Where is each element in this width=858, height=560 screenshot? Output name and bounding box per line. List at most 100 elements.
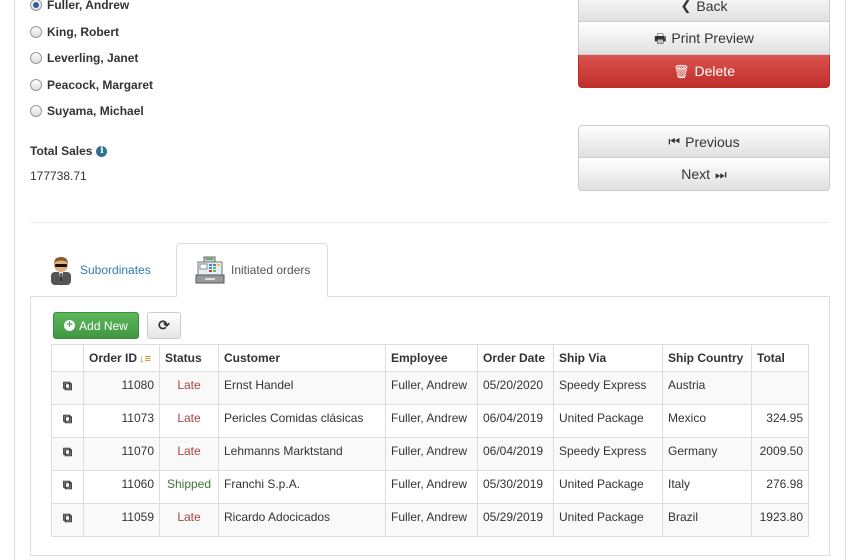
grid-header-row: Order ID ↓≡ Status Customer Employee Orde… xyxy=(51,344,809,372)
radio-button[interactable] xyxy=(30,105,42,118)
order-id-cell: 11059 xyxy=(83,503,160,537)
column-header-ship-country[interactable]: Ship Country xyxy=(662,344,752,372)
column-header-order-date[interactable]: Order Date xyxy=(477,344,554,372)
tab-initiated-orders[interactable]: Initiated orders xyxy=(176,243,328,297)
employee-radio-item[interactable]: Leverling, Janet xyxy=(30,45,153,72)
column-header-order-id[interactable]: Order ID ↓≡ xyxy=(83,344,160,372)
ship-via-cell: United Package xyxy=(553,503,663,537)
column-header-employee[interactable]: Employee xyxy=(385,344,478,372)
column-header-status[interactable]: Status xyxy=(159,344,219,372)
table-row[interactable]: ⧉ 11060 Shipped Franchi S.p.A. Fuller, Andre… xyxy=(51,470,809,504)
employee-name: King, Robert xyxy=(47,24,119,39)
record-actions-group: ❮ Back 🖶 Print Preview 🗑 Delete xyxy=(578,0,830,88)
total-sales-value: 177738.71 xyxy=(30,169,87,183)
column-header-customer[interactable]: Customer xyxy=(218,344,386,372)
order-id-cell: 11060 xyxy=(83,470,160,504)
employee-radio-item[interactable]: Fuller, Andrew xyxy=(30,0,153,19)
column-header-total[interactable]: Total xyxy=(751,344,809,372)
trash-icon: 🗑 xyxy=(673,63,690,79)
status-cell: Shipped xyxy=(159,470,219,504)
ship-via-cell: United Package xyxy=(553,404,663,438)
employee-name: Fuller, Andrew xyxy=(47,0,130,13)
edit-cell: ⧉ xyxy=(51,470,84,504)
refresh-button[interactable]: ⟳ xyxy=(147,312,181,339)
tab-bar: Subordinates Initiated orders xyxy=(30,243,830,297)
employee-cell: Fuller, Andrew xyxy=(385,470,478,504)
previous-button[interactable]: ⏮ Previous xyxy=(578,125,830,158)
total-sales-label-text: Total Sales xyxy=(30,144,93,158)
order-date-cell: 05/29/2019 xyxy=(477,503,554,537)
radio-button[interactable] xyxy=(30,52,42,65)
edit-external-icon[interactable]: ⧉ xyxy=(63,444,72,459)
table-row[interactable]: ⧉ 11070 Late Lehmanns Marktstand Fuller, And… xyxy=(51,437,809,471)
next-button[interactable]: Next ⏭ xyxy=(578,158,830,191)
print-preview-button[interactable]: 🖶 Print Preview xyxy=(578,22,830,55)
customer-cell: Pericles Comidas clásicas xyxy=(218,404,386,438)
radio-button[interactable] xyxy=(30,78,42,91)
column-header-edit xyxy=(51,344,84,372)
total-cell: 1923.80 xyxy=(751,503,809,537)
column-header-label: Order ID xyxy=(89,351,138,365)
tab-subordinates-label: Subordinates xyxy=(80,263,151,277)
total-cell: 324.95 xyxy=(751,404,809,438)
table-row[interactable]: ⧉ 11080 Late Ernst Handel Fuller, Andrew 05/2… xyxy=(51,371,809,405)
employee-cell: Fuller, Andrew xyxy=(385,437,478,471)
order-date-cell: 05/20/2020 xyxy=(477,371,554,405)
delete-button-label: Delete xyxy=(694,63,735,79)
tab-subordinates[interactable]: Subordinates xyxy=(48,243,151,297)
table-row[interactable]: ⧉ 11073 Late Pericles Comidas clásicas Fulle… xyxy=(51,404,809,438)
customer-cell: Ricardo Adocicados xyxy=(218,503,386,537)
ship-country-cell: Mexico xyxy=(662,404,752,438)
order-id-cell: 11073 xyxy=(83,404,160,438)
step-backward-icon: ⏮ xyxy=(668,134,681,149)
employee-name: Suyama, Michael xyxy=(47,104,144,119)
employee-radio-item[interactable]: Peacock, Margaret xyxy=(30,72,153,99)
radio-button[interactable] xyxy=(30,0,42,12)
total-sales-label: Total Sales i xyxy=(30,144,108,158)
status-cell: Late xyxy=(159,503,219,537)
column-header-ship-via[interactable]: Ship Via xyxy=(553,344,663,372)
employee-cell: Fuller, Andrew xyxy=(385,503,478,537)
employee-radio-item[interactable]: King, Robert xyxy=(30,19,153,46)
edit-cell: ⧉ xyxy=(51,503,84,537)
employee-radio-list: Fuller, Andrew King, Robert Leverling, J… xyxy=(30,0,153,125)
back-button[interactable]: ❮ Back xyxy=(578,0,830,22)
edit-cell: ⧉ xyxy=(51,404,84,438)
add-new-button[interactable]: + Add New xyxy=(53,312,139,339)
order-date-cell: 06/04/2019 xyxy=(477,437,554,471)
radio-button[interactable] xyxy=(30,25,42,38)
agent-person-icon xyxy=(51,257,71,285)
chevron-left-icon: ❮ xyxy=(680,0,692,13)
delete-button[interactable]: 🗑 Delete xyxy=(578,55,830,88)
edit-external-icon[interactable]: ⧉ xyxy=(63,378,72,393)
edit-external-icon[interactable]: ⧉ xyxy=(63,411,72,426)
orders-grid: Order ID ↓≡ Status Customer Employee Orde… xyxy=(51,344,809,537)
navigation-group: ⏮ Previous Next ⏭ xyxy=(578,125,830,191)
order-date-cell: 06/04/2019 xyxy=(477,404,554,438)
edit-cell: ⧉ xyxy=(51,371,84,405)
employee-radio-item[interactable]: Suyama, Michael xyxy=(30,98,153,125)
previous-button-label: Previous xyxy=(685,133,740,150)
sort-descending-icon: ↓≡ xyxy=(139,353,151,365)
employee-name: Leverling, Janet xyxy=(47,51,139,66)
edit-external-icon[interactable]: ⧉ xyxy=(63,477,72,492)
ship-via-cell: United Package xyxy=(553,470,663,504)
cash-register-icon xyxy=(195,256,225,284)
ship-via-cell: Speedy Express xyxy=(553,437,663,471)
order-id-cell: 11080 xyxy=(83,371,160,405)
customer-cell: Franchi S.p.A. xyxy=(218,470,386,504)
total-cell xyxy=(751,371,809,405)
order-id-cell: 11070 xyxy=(83,437,160,471)
employee-name: Peacock, Margaret xyxy=(47,77,154,92)
status-cell: Late xyxy=(159,371,219,405)
edit-external-icon[interactable]: ⧉ xyxy=(63,510,72,525)
status-cell: Late xyxy=(159,404,219,438)
info-circle-icon[interactable]: i xyxy=(96,145,108,157)
table-row[interactable]: ⧉ 11059 Late Ricardo Adocicados Fuller, Andr… xyxy=(51,503,809,537)
edit-cell: ⧉ xyxy=(51,437,84,471)
ship-country-cell: Italy xyxy=(662,470,752,504)
order-date-cell: 05/30/2019 xyxy=(477,470,554,504)
add-new-label: Add New xyxy=(79,318,128,333)
tab-initiated-orders-label: Initiated orders xyxy=(231,263,311,277)
status-cell: Late xyxy=(159,437,219,471)
